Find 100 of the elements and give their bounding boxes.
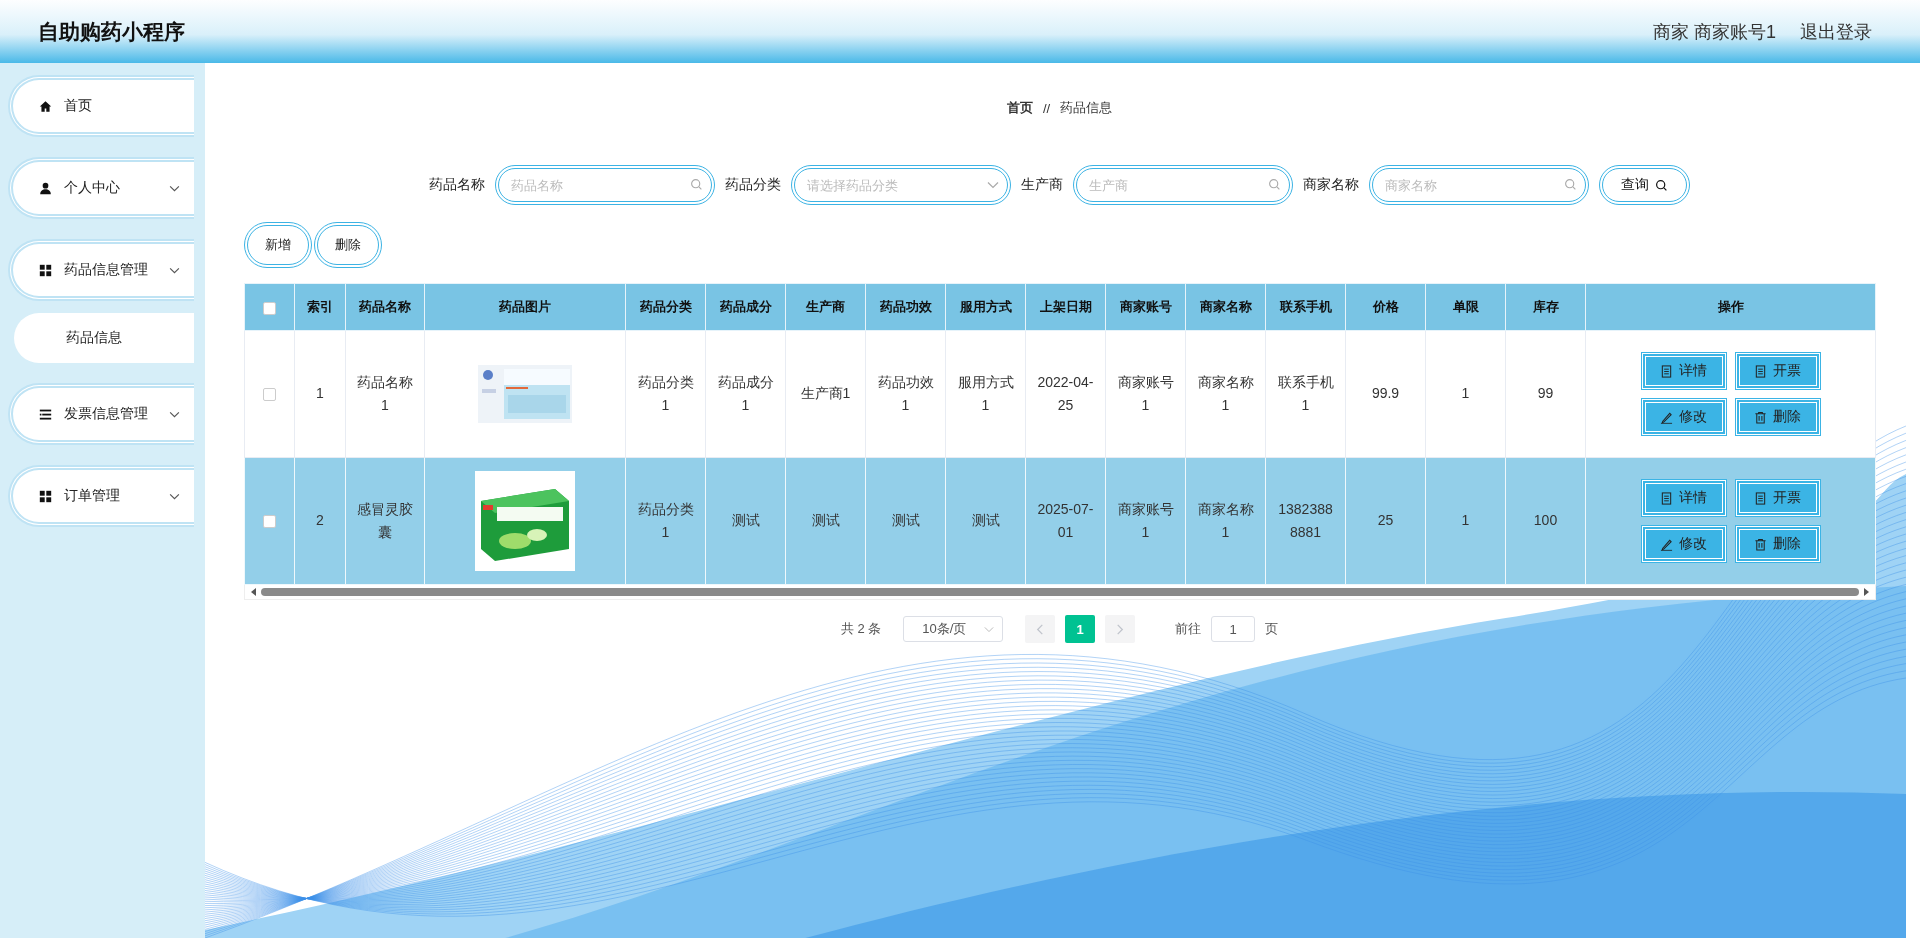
column-header: 索引 (294, 283, 346, 331)
table-cell: 13823888881 (1265, 457, 1346, 585)
home-icon (39, 99, 52, 113)
column-header: 操作 (1585, 283, 1876, 331)
sidebar-item[interactable]: 订单管理 (8, 465, 194, 527)
action-button[interactable]: 详情 (1641, 353, 1726, 389)
list-icon (39, 407, 52, 421)
sidebar-item[interactable]: 首页 (8, 75, 194, 137)
scrollbar[interactable] (244, 585, 1876, 600)
page-input[interactable]: 1 (1211, 616, 1256, 642)
table-cell: 商家名称1 (1185, 457, 1266, 585)
sidebar-item[interactable]: 发票信息管理 (8, 383, 194, 445)
search-icon (690, 178, 703, 191)
search-field[interactable]: 生产商 (1073, 165, 1293, 205)
chevron-icon (169, 410, 180, 418)
search-field[interactable]: 商家名称 (1369, 165, 1589, 205)
table-cell: 99 (1505, 330, 1586, 458)
table-cell: 药品名称1 (345, 330, 425, 458)
document-icon (1660, 491, 1673, 505)
search-icon (1564, 178, 1577, 191)
breadcrumb-item: 首页 (1006, 99, 1033, 117)
table-cell: 100 (1505, 457, 1586, 585)
right-arrow-icon[interactable] (1863, 588, 1869, 596)
document-icon (1754, 364, 1767, 378)
goto-label: 前往 (1175, 620, 1202, 638)
pencil-icon (1660, 537, 1673, 551)
checkbox[interactable] (263, 301, 276, 315)
table-cell: 药品成分1 (705, 330, 786, 458)
action-button[interactable]: 删除 (1735, 399, 1820, 435)
left-arrow-icon[interactable] (251, 588, 257, 596)
action-button[interactable]: 删除 (1735, 526, 1820, 562)
logout-link[interactable]: 退出登录 (1800, 19, 1872, 44)
action-button[interactable]: 修改 (1641, 526, 1726, 562)
column-header: 药品功效 (865, 283, 946, 331)
table-cell: 25 (1345, 457, 1426, 585)
sidebar-item[interactable]: 个人中心 (8, 157, 194, 219)
column-header: 服用方式 (945, 283, 1026, 331)
user-icon (39, 181, 52, 195)
table-cell: 2022-04-25 (1025, 330, 1106, 458)
trash-icon (1754, 537, 1767, 551)
table-cell: 2 (294, 457, 346, 585)
table-cell: 联系手机1 (1265, 330, 1346, 458)
search-field[interactable]: 药品名称 (495, 165, 715, 205)
table-cell: 药品分类1 (625, 457, 706, 585)
table-cell: 测试 (865, 457, 946, 585)
page-suffix: 页 (1265, 620, 1279, 638)
chevron-icon (987, 181, 999, 189)
table-cell: 测试 (945, 457, 1026, 585)
sidebar-item[interactable]: 药品信息管理 (8, 239, 194, 301)
field-label: 商家名称 (1303, 176, 1359, 194)
table-cell: 商家名称1 (1185, 330, 1266, 458)
toolbar-button[interactable]: 新增 (244, 222, 312, 268)
user-label: 商家 商家账号1 (1653, 20, 1776, 44)
checkbox[interactable] (263, 515, 276, 529)
table-cell: 感冒灵胶囊 (345, 457, 425, 585)
table-cell: 商家账号1 (1105, 330, 1186, 458)
field-label: 药品分类 (725, 176, 781, 194)
column-header: 生产商 (785, 283, 866, 331)
trash-icon (1754, 410, 1767, 424)
column-header: 药品图片 (424, 283, 626, 331)
document-icon (1754, 491, 1767, 505)
column-header: 商家名称 (1185, 283, 1266, 331)
document-icon (1660, 364, 1673, 378)
table-cell: 99.9 (1345, 330, 1426, 458)
table-cell: 1 (1425, 330, 1506, 458)
pencil-icon (1660, 410, 1673, 424)
table-cell: 商家账号1 (1105, 457, 1186, 585)
breadcrumb-item: // (1042, 100, 1051, 116)
action-button[interactable]: 详情 (1641, 480, 1726, 516)
left-chevron-icon (1036, 623, 1045, 635)
table-cell: 测试 (785, 457, 866, 585)
table-cell: 药品分类1 (625, 330, 706, 458)
field-label: 药品名称 (429, 176, 485, 194)
search-icon (1268, 178, 1281, 191)
column-header: 上架日期 (1025, 283, 1106, 331)
column-header: 药品分类 (625, 283, 706, 331)
field-label: 生产商 (1021, 176, 1063, 194)
chevron-icon (169, 184, 180, 192)
toolbar-button[interactable]: 删除 (314, 222, 382, 268)
grid-icon (39, 489, 52, 503)
page-size-select[interactable]: 10条/页 (903, 616, 1004, 642)
table-cell: 服用方式1 (945, 330, 1026, 458)
total-count: 共 2 条 (840, 620, 882, 638)
action-button[interactable]: 开票 (1735, 480, 1820, 516)
chevron-icon (169, 266, 180, 274)
chevron-icon (984, 625, 995, 633)
grid-icon (39, 263, 52, 277)
table-cell: 生产商1 (785, 330, 866, 458)
column-header: 价格 (1345, 283, 1426, 331)
column-header: 库存 (1505, 283, 1586, 331)
column-header: 联系手机 (1265, 283, 1346, 331)
action-button[interactable]: 修改 (1641, 399, 1726, 435)
search-button[interactable]: 查询 (1599, 165, 1690, 205)
sidebar-subitem[interactable]: 药品信息 (14, 313, 194, 363)
checkbox[interactable] (263, 388, 276, 402)
action-button[interactable]: 开票 (1735, 353, 1820, 389)
table-cell: 1 (1425, 457, 1506, 585)
column-header: 商家账号 (1105, 283, 1186, 331)
column-header: 药品成分 (705, 283, 786, 331)
search-field[interactable]: 请选择药品分类 (791, 165, 1011, 205)
